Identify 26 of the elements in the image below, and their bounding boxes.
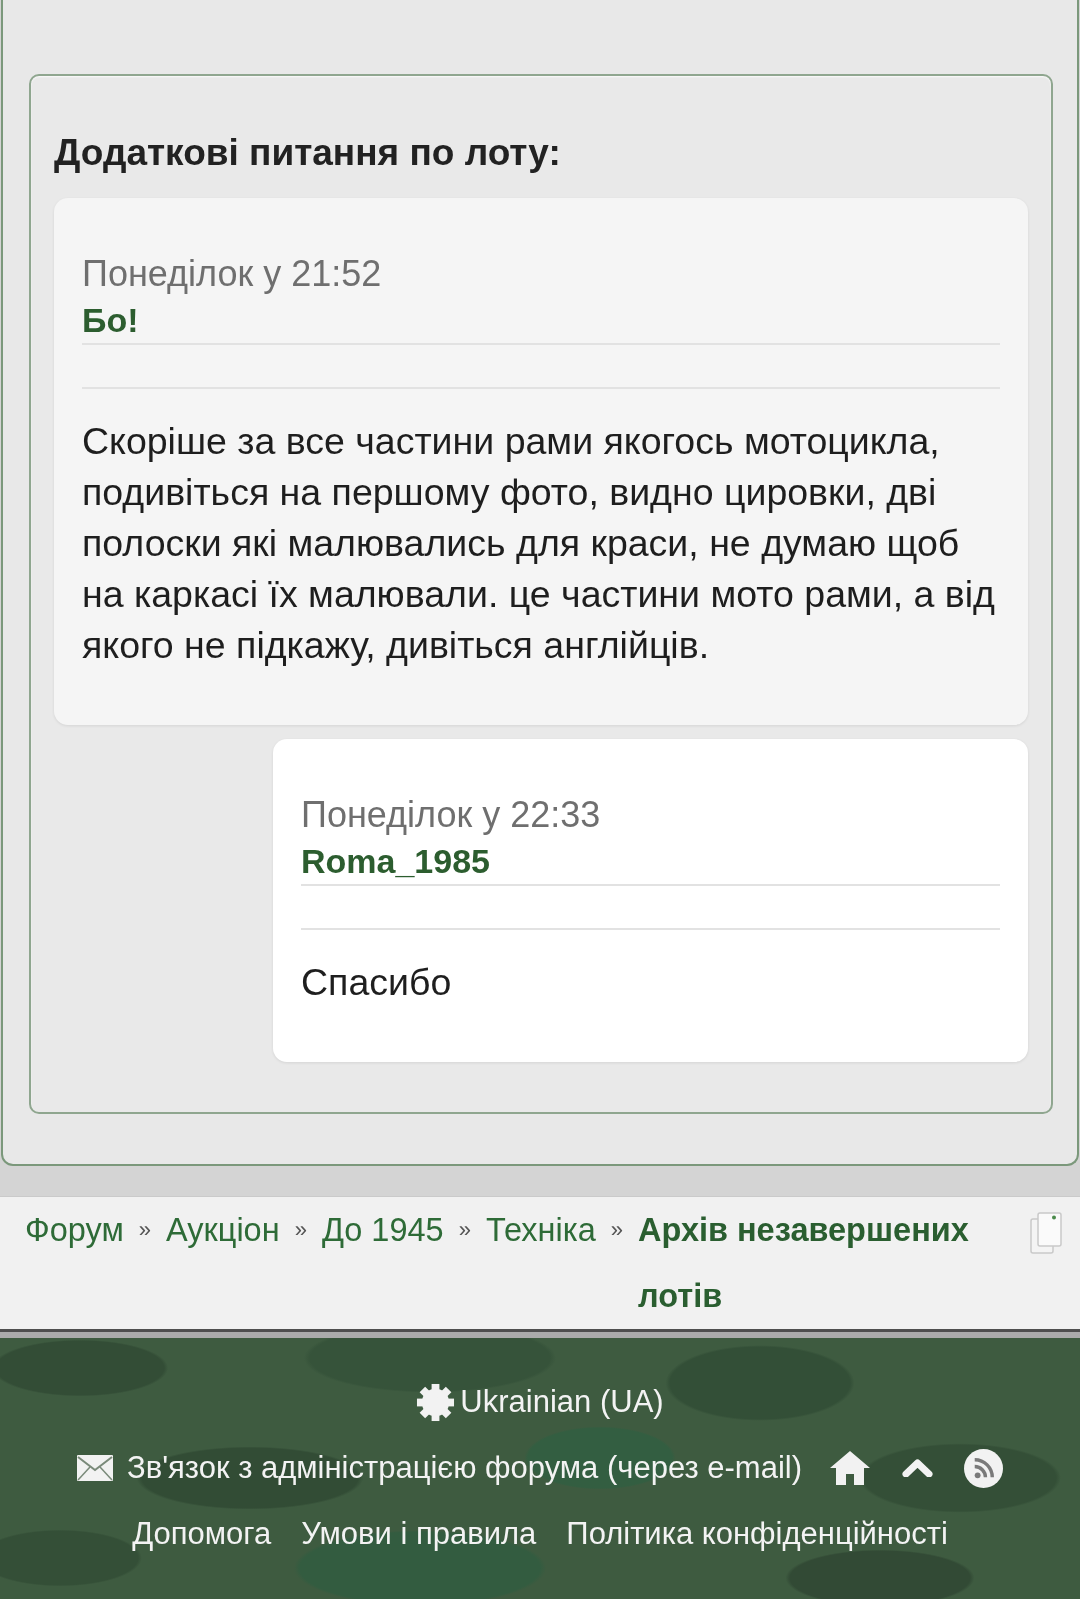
rss-icon[interactable] — [964, 1448, 1004, 1488]
footer-link[interactable]: Політика конфіденційності — [566, 1516, 948, 1552]
comment-author[interactable]: Бо! — [82, 301, 139, 339]
breadcrumb-separator: » — [294, 1216, 307, 1244]
comment-author[interactable]: Roma_1985 — [301, 842, 490, 880]
comment-time: Понеділок у 21:52 — [82, 253, 382, 294]
breadcrumb-link[interactable]: Техніка — [485, 1197, 596, 1263]
contact-link[interactable]: Зв'язок з адміністрацією форума (через e-mail) — [126, 1450, 803, 1486]
caret-up-icon[interactable] — [902, 1459, 934, 1477]
breadcrumb-link[interactable]: Архів незавершених лотів — [638, 1197, 1010, 1329]
breadcrumb-separator: » — [610, 1216, 623, 1244]
comment-text: Спасибо — [301, 960, 453, 1005]
footer-link[interactable]: Умови і правила — [301, 1516, 537, 1552]
comment-text: Скоріше за все частини рами якогось мотоцикла, подивіться на першому фото, видно цировки, дві полоски які малювались для краси, не думаю щоб на каркасі їх малювали. це частини мото рами, а від якого не підкажу, дивіться англійців. — [82, 419, 996, 668]
breadcrumb-separator: » — [138, 1216, 151, 1244]
breadcrumb-link[interactable]: Аукціон — [166, 1197, 280, 1263]
section-title: Додаткові питання по лоту: — [54, 131, 562, 175]
gear-icon — [416, 1382, 456, 1422]
home-icon[interactable] — [830, 1451, 871, 1485]
breadcrumb-separator: » — [458, 1216, 471, 1244]
footer-link[interactable]: Допомога — [132, 1516, 272, 1552]
comment-time: Понеділок у 22:33 — [301, 794, 601, 835]
breadcrumb-link[interactable]: До 1945 — [321, 1197, 444, 1263]
breadcrumb-link[interactable]: Форум — [25, 1197, 124, 1263]
language-link[interactable]: Ukrainian (UA) — [460, 1384, 664, 1420]
envelope-icon — [76, 1455, 113, 1481]
